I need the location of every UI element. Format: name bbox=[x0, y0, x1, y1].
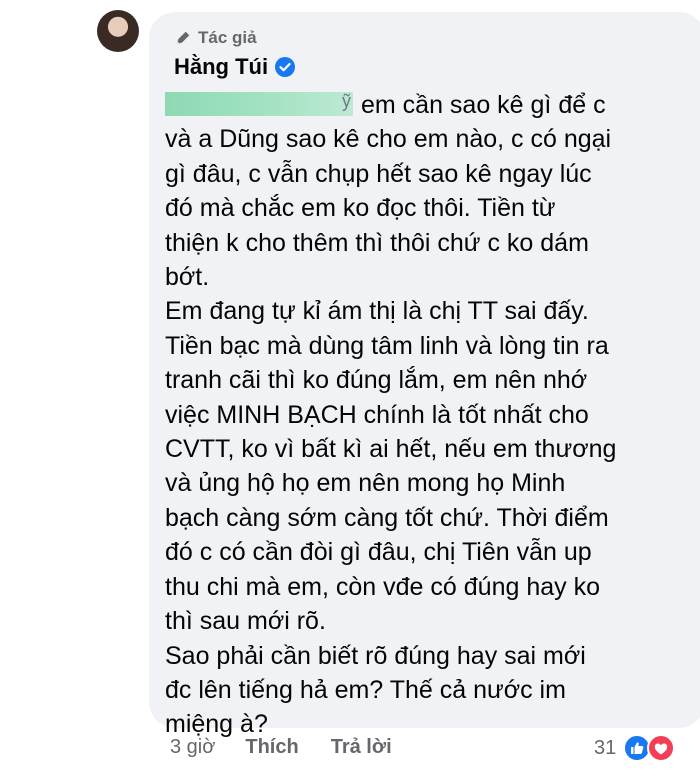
author-name[interactable]: Hằng Túi bbox=[174, 54, 268, 80]
comment-line: ỹ em cần sao kê gì để c bbox=[165, 88, 685, 122]
comment-line: bớt. bbox=[165, 263, 210, 292]
comment-line-text: em cần sao kê gì để c bbox=[361, 91, 606, 119]
comment-line: đó c có cần đòi gì đâu, chị Tiên vẫn up bbox=[165, 538, 592, 567]
comment-line: Tiền bạc mà dùng tâm linh và lòng tin ra bbox=[165, 331, 609, 360]
comment-line: đc lên tiếng hả em? Thế cả nước im bbox=[165, 675, 566, 704]
love-icon bbox=[647, 734, 676, 762]
author-avatar[interactable] bbox=[97, 10, 139, 52]
comment-line: đó mà chắc em ko đọc thôi. Tiền từ bbox=[165, 194, 556, 223]
comment-actions: 3 giờ Thích Trả lời bbox=[170, 736, 392, 759]
comment-line: bạch càng sớm càng tốt chứ. Thời điểm bbox=[165, 503, 609, 532]
reply-button[interactable]: Trả lời bbox=[331, 736, 392, 759]
reaction-count: 31 bbox=[594, 736, 617, 759]
like-button[interactable]: Thích bbox=[245, 736, 298, 759]
badge-label: Tác giả bbox=[198, 28, 257, 47]
verified-icon bbox=[275, 57, 296, 77]
comment-line: thu chi mà em, còn vđe có đúng hay ko bbox=[165, 572, 600, 601]
author-row: Hằng Túi bbox=[174, 54, 296, 80]
comment-line: gì đâu, c vẫn chụp hết sao kê ngay lúc bbox=[165, 159, 592, 188]
comment-line: Sao phải cần biết rõ đúng hay sai mới bbox=[165, 641, 586, 670]
comment-line: và a Dũng sao kê cho em nào, c có ngại bbox=[165, 125, 612, 154]
pen-icon bbox=[176, 31, 190, 45]
comment-timestamp[interactable]: 3 giờ bbox=[170, 736, 215, 759]
comment-line: và ủng hộ họ em nên mong họ Minh bbox=[165, 469, 566, 498]
mention-tail: ỹ bbox=[342, 91, 351, 111]
comment-line: thiện k cho thêm thì thôi chứ c ko dám bbox=[165, 228, 589, 257]
comment-line: Em đang tự kỉ ám thị là chị TT sai đấy. bbox=[165, 297, 589, 326]
comment-line: CVTT, ko vì bất kì ai hết, nếu em thương bbox=[165, 435, 617, 464]
mention-tag-redacted[interactable]: ỹ bbox=[165, 91, 353, 116]
comment-line: thì sau mới rõ. bbox=[165, 607, 326, 636]
comment-text: ỹ em cần sao kê gì để c và a Dũng sao kê … bbox=[165, 88, 685, 742]
comment-line: việc MINH BẠCH chính là tốt nhất cho bbox=[165, 400, 589, 429]
comment-line: tranh cãi thì ko đúng lắm, em nên nhớ bbox=[165, 366, 588, 395]
reaction-summary[interactable]: 31 bbox=[594, 734, 676, 762]
author-badge: Tác giả bbox=[174, 28, 257, 48]
